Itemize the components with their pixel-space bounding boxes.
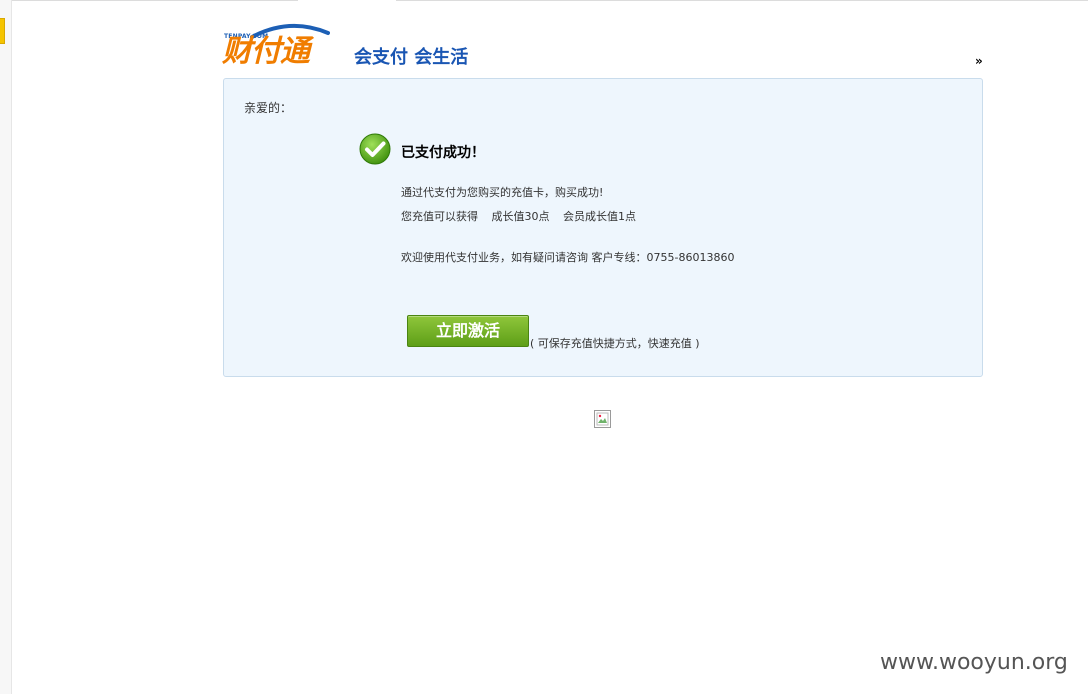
watermark: www.wooyun.org	[880, 650, 1068, 675]
result-panel: 亲爱的： 已支付成功！ 通过代支付为您购买的充值卡，购买成功! 您充值可以获得 …	[223, 78, 983, 377]
reward-message: 您充值可以获得 成长值30点 会员成长值1点	[401, 208, 646, 224]
activate-now-button[interactable]: 立即激活	[407, 315, 529, 347]
growth-points: 成长值30点	[491, 210, 550, 223]
broken-image-icon	[594, 410, 611, 428]
top-divider	[12, 0, 1088, 1]
top-tab-gap	[298, 0, 396, 2]
success-title: 已支付成功！	[401, 145, 485, 161]
purchase-message: 通过代支付为您购买的充值卡，购买成功!	[401, 186, 604, 199]
page: TENPAY.COM 财付通 会支付 会生活 » 亲爱的： 已支付成功！ 通过代…	[0, 0, 1088, 694]
check-circle-icon	[359, 133, 391, 165]
side-tab[interactable]	[0, 18, 5, 44]
activate-note: ( 可保存充值快捷方式，快速充值 )	[530, 337, 700, 350]
logo-wordmark: 财付通	[222, 34, 310, 69]
reward-prefix: 您充值可以获得	[401, 210, 478, 223]
greeting: 亲爱的：	[244, 101, 293, 115]
logo-slogan: 会支付 会生活	[354, 47, 469, 68]
more-arrow-link[interactable]: »	[975, 54, 983, 68]
tenpay-logo[interactable]: TENPAY.COM 财付通 会支付 会生活	[222, 22, 482, 74]
help-hotline: 欢迎使用代支付业务，如有疑问请咨询 客户专线：0755-86013860	[401, 251, 735, 264]
member-growth-points: 会员成长值1点	[563, 210, 636, 223]
browser-left-gutter	[0, 0, 12, 694]
